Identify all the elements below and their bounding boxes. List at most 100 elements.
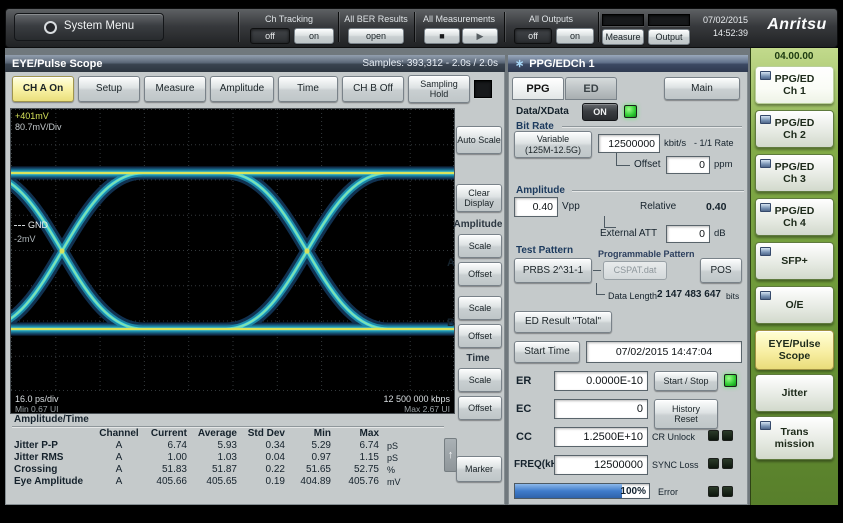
time-offset-button[interactable]: Offset	[458, 396, 502, 420]
data-xdata-on-button[interactable]: ON	[582, 103, 618, 121]
sidebar-item-sfp[interactable]: SFP+	[755, 242, 834, 280]
cell: Crossing	[12, 465, 98, 475]
header-cell: Current	[140, 429, 190, 439]
scope-panel-title: EYE/Pulse Scope	[12, 58, 102, 70]
sidebar-item-jitter[interactable]: Jitter	[755, 374, 834, 412]
pattern-file-button[interactable]: CSPAT.dat	[603, 261, 667, 280]
cell: 405.65	[190, 477, 240, 487]
eye-scope-display: +401mV 80.7mV/Div GND -2mV 16.0 ps/div M…	[10, 108, 455, 414]
scope-amplitude-button[interactable]: Amplitude	[210, 76, 274, 102]
setup-button[interactable]: Setup	[78, 76, 140, 102]
cell: 0.19	[240, 477, 288, 487]
channel-a-label: A	[447, 258, 455, 269]
header-cell: Channel	[98, 429, 140, 439]
data-xdata-led	[624, 105, 637, 118]
channel-icon	[760, 159, 771, 168]
bit-rate-offset-field[interactable]: 0	[666, 156, 710, 174]
amplitude-scale-b-button[interactable]: Scale	[458, 296, 502, 320]
ber-results-open-button[interactable]: open	[348, 28, 404, 44]
pos-button[interactable]: POS	[700, 258, 742, 283]
time-scale-button[interactable]: Scale	[458, 368, 502, 392]
auto-scale-button[interactable]: Auto Scale	[456, 126, 502, 154]
amplitude-offset-a-button[interactable]: Offset	[458, 262, 502, 286]
history-reset-button[interactable]: History Reset	[654, 399, 718, 429]
channel-icon	[760, 115, 771, 124]
table-scroll-up-button[interactable]: ↑	[444, 438, 457, 472]
ch-tracking-label: Ch Tracking	[244, 15, 334, 24]
er-label: ER	[516, 376, 531, 387]
relative-value: 0.40	[706, 202, 726, 213]
external-att-label: External ATT	[600, 229, 657, 239]
cr-unlock-led-1	[708, 430, 719, 441]
sidebar-item-label: SFP+	[781, 255, 808, 267]
all-measurements-stop-button[interactable]: ■	[424, 28, 460, 44]
topbar-separator	[598, 12, 599, 42]
output-button[interactable]: Output	[648, 29, 690, 45]
scope-measure-button[interactable]: Measure	[144, 76, 206, 102]
sidebar-item-ppg-ed-ch4[interactable]: PPG/ED Ch 4	[755, 198, 834, 236]
module-icon	[760, 291, 771, 300]
start-time-button[interactable]: Start Time	[514, 341, 580, 363]
ppg-panel-title: PPG/EDCh 1	[529, 58, 594, 70]
sidebar-item-eye-pulse-scope[interactable]: EYE/Pulse Scope	[755, 330, 834, 370]
att-connector	[604, 216, 616, 228]
cell: 405.76	[334, 477, 382, 487]
topbar-separator	[504, 12, 505, 42]
bit-rate-value-field[interactable]: 12500000	[598, 134, 660, 153]
error-led-1	[708, 486, 719, 497]
all-outputs-on-button[interactable]: on	[556, 28, 594, 44]
ch-a-on-button[interactable]: CH A On	[12, 76, 74, 102]
ch-tracking-on-button[interactable]: on	[294, 28, 334, 44]
cell: A	[98, 465, 140, 475]
all-outputs-off-button[interactable]: off	[514, 28, 552, 44]
ppg-panel-header: ∗ PPG/EDCh 1	[508, 55, 748, 72]
progress-percent: 100%	[620, 486, 646, 497]
amplitude-scale-a-button[interactable]: Scale	[458, 234, 502, 258]
cell: 6.74	[140, 441, 190, 451]
relative-label: Relative	[640, 202, 676, 212]
amplitude-value-field[interactable]: 0.40	[514, 197, 558, 217]
module-icon	[760, 421, 771, 430]
sampling-hold-indicator	[474, 80, 492, 98]
tab-ed[interactable]: ED	[565, 77, 617, 100]
datetime-display: 07/02/2015 14:52:39	[694, 14, 748, 40]
bit-rate-variable-button[interactable]: Variable (125M-12.5G)	[514, 131, 592, 158]
marker-button[interactable]: Marker	[456, 456, 502, 482]
cr-unlock-label: CR Unlock	[652, 433, 695, 442]
scope-min-ui-readout: Min 0.67 UI	[15, 405, 58, 414]
cell: Jitter P-P	[12, 441, 98, 451]
tab-ppg[interactable]: PPG	[512, 77, 564, 100]
sidebar-item-ppg-ed-ch3[interactable]: PPG/ED Ch 3	[755, 154, 834, 192]
data-length-unit-label: bits	[726, 292, 739, 301]
amplitude-offset-b-button[interactable]: Offset	[458, 324, 502, 348]
sync-loss-label: SYNC Loss	[652, 461, 699, 470]
cell: 1.03	[190, 453, 240, 463]
cr-unlock-led-2	[722, 430, 733, 441]
ch-b-off-button[interactable]: CH B Off	[342, 76, 404, 102]
sidebar-item-ppg-ed-ch1[interactable]: PPG/ED Ch 1	[755, 66, 834, 104]
start-stop-button[interactable]: Start / Stop	[654, 371, 718, 391]
table-row: Crossing A 51.83 51.87 0.22 51.65 52.75 …	[12, 464, 444, 476]
external-att-field[interactable]: 0	[666, 225, 710, 243]
sidebar-item-transmission[interactable]: Trans mission	[755, 416, 834, 460]
main-button[interactable]: Main	[664, 77, 740, 100]
prbs-pattern-button[interactable]: PRBS 2^31-1	[514, 258, 592, 283]
cell: 404.89	[288, 477, 334, 487]
scope-time-button[interactable]: Time	[278, 76, 338, 102]
header-cell: Min	[288, 429, 334, 439]
software-version: 04.00.00	[750, 52, 838, 62]
sync-loss-led-1	[708, 458, 719, 469]
measure-button[interactable]: Measure	[602, 29, 644, 45]
sidebar-item-oe[interactable]: O/E	[755, 286, 834, 324]
system-menu-button[interactable]: System Menu	[14, 13, 164, 41]
clear-display-button[interactable]: Clear Display	[456, 184, 502, 212]
all-measurements-start-button[interactable]: ▶	[462, 28, 498, 44]
ch-tracking-off-button[interactable]: off	[250, 28, 290, 44]
sidebar-item-label: O/E	[785, 299, 803, 311]
sampling-hold-button[interactable]: Sampling Hold	[408, 75, 470, 103]
ed-result-total-button[interactable]: ED Result "Total"	[514, 311, 612, 333]
sidebar-item-ppg-ed-ch2[interactable]: PPG/ED Ch 2	[755, 110, 834, 148]
sidebar-item-label: PPG/ED Ch 2	[775, 117, 815, 141]
progress-fill	[515, 484, 622, 498]
scope-max-ui-readout: Max 2.67 UI	[404, 405, 450, 414]
